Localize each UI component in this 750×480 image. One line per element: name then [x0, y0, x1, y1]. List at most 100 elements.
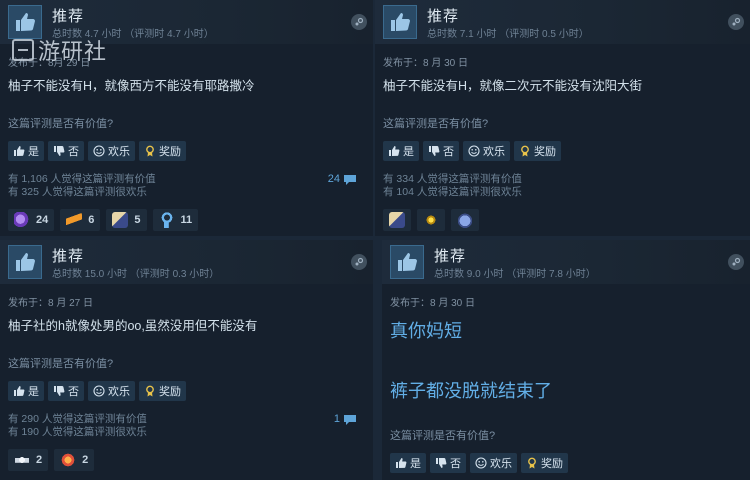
thumbs-up-icon: [13, 145, 25, 157]
funny-label: 欢乐: [108, 386, 130, 398]
thumbs-up-icon: [383, 5, 417, 39]
award-button[interactable]: 奖励: [514, 141, 561, 161]
helpful-question: 这篇评测是否有价值?: [8, 358, 114, 370]
posted-date: 发布于：8 月 30 日: [383, 58, 469, 69]
vote-buttons: 是 否 欢乐 奖励: [8, 141, 365, 161]
yes-button[interactable]: 是: [8, 381, 44, 401]
vote-buttons: 是 否 欢乐 奖励: [390, 453, 742, 473]
recommend-title: 推荐: [434, 248, 467, 265]
smiley-icon: [93, 145, 105, 157]
purple-hearts-icon: [14, 212, 30, 228]
thumbs-up-icon: [388, 145, 400, 157]
comment-bubble-icon: [344, 414, 356, 425]
playtime: 总时数 15.0 小时 （评测时 0.3 小时）: [52, 269, 220, 280]
thumbs-down-icon: [435, 457, 447, 469]
review-header: 推荐 总时数 15.0 小时 （评测时 0.3 小时）: [0, 240, 373, 284]
funny-count: 有 104 人觉得这篇评测很欢乐: [383, 186, 522, 198]
funny-label: 欢乐: [483, 146, 505, 158]
review-text: 柚子不能没有H，就像西方不能没有耶路撒冷: [8, 79, 255, 93]
award-item[interactable]: 5: [106, 209, 147, 231]
review-text: 柚子社的h就像处男的oo,虽然没用但不能没有: [8, 319, 258, 333]
thumbs-up-icon: [13, 385, 25, 397]
review-header: 推荐 总时数 9.0 小时 （评测时 7.8 小时）: [382, 240, 750, 284]
review-card: 推荐 总时数 4.7 小时 （评测时 4.7 小时） 游研社 发布于：8月 29…: [0, 0, 373, 236]
steam-icon[interactable]: [728, 14, 744, 30]
yes-label: 是: [410, 458, 421, 470]
award-item[interactable]: 24: [8, 209, 55, 231]
helpful-count: 有 1,106 人觉得这篇评测有价值: [8, 173, 156, 185]
thumbs-down-icon: [53, 385, 65, 397]
yes-label: 是: [28, 146, 39, 158]
review-text: 真你妈短 裤子都没脱就结束了: [390, 317, 742, 405]
award-medal-icon: [526, 457, 538, 469]
funny-button[interactable]: 欢乐: [470, 453, 517, 473]
watermark-logo: 游研社: [12, 30, 137, 70]
award-item[interactable]: [417, 209, 445, 231]
yes-button[interactable]: 是: [383, 141, 419, 161]
funny-count: 有 190 人觉得这篇评测很欢乐: [8, 426, 147, 438]
card-figure-icon: [112, 212, 129, 228]
thumbs-up-icon: [390, 245, 424, 279]
thumbs-down-icon: [53, 145, 65, 157]
award-item[interactable]: [383, 209, 411, 231]
playtime: 总时数 7.1 小时 （评测时 0.5 小时）: [427, 29, 589, 40]
posted-date: 发布于：8 月 27 日: [8, 298, 94, 309]
award-count: 2: [36, 454, 43, 466]
award-count: 5: [134, 214, 141, 226]
thumbs-up-icon: [8, 245, 42, 279]
review-stats: 有 290 人觉得这篇评测有价值 有 190 人觉得这篇评测很欢乐 1: [8, 413, 365, 439]
no-button[interactable]: 否: [48, 141, 84, 161]
steam-icon[interactable]: [351, 254, 367, 270]
funny-count: 有 325 人觉得这篇评测很欢乐: [8, 186, 147, 198]
award-item[interactable]: [451, 209, 479, 231]
award-item[interactable]: 2: [54, 449, 95, 471]
no-label: 否: [450, 458, 461, 470]
winged-badge-icon: [14, 452, 30, 468]
posted-date: 发布于：8 月 30 日: [390, 298, 476, 309]
funny-button[interactable]: 欢乐: [88, 141, 135, 161]
steam-icon[interactable]: [351, 14, 367, 30]
orange-hand-icon: [66, 212, 83, 228]
award-item[interactable]: 6: [60, 209, 101, 231]
vote-buttons: 是 否 欢乐 奖励: [383, 141, 742, 161]
funny-label: 欢乐: [490, 458, 512, 470]
funny-button[interactable]: 欢乐: [88, 381, 135, 401]
helpful-question: 这篇评测是否有价值?: [383, 118, 489, 130]
watermark-box-icon: [12, 39, 34, 61]
review-stats: 有 1,106 人觉得这篇评测有价值 有 325 人觉得这篇评测很欢乐 24: [8, 173, 365, 199]
award-label: 奖励: [534, 146, 556, 158]
helpful-count: 有 334 人觉得这篇评测有价值: [383, 173, 522, 185]
award-item[interactable]: 2: [8, 449, 49, 471]
yes-button[interactable]: 是: [390, 453, 426, 473]
no-label: 否: [68, 146, 79, 158]
vote-buttons: 是 否 欢乐 奖励: [8, 381, 365, 401]
card-figure-icon: [389, 212, 405, 228]
award-count: 11: [180, 214, 193, 226]
award-count: 24: [36, 214, 49, 226]
award-item[interactable]: 11: [152, 209, 199, 231]
comment-link[interactable]: 24: [328, 173, 357, 186]
smiley-icon: [93, 385, 105, 397]
no-button[interactable]: 否: [48, 381, 84, 401]
yes-label: 是: [28, 386, 39, 398]
funny-button[interactable]: 欢乐: [463, 141, 510, 161]
no-button[interactable]: 否: [430, 453, 466, 473]
yes-button[interactable]: 是: [8, 141, 44, 161]
awards-row: 2 2: [8, 449, 365, 471]
no-label: 否: [68, 386, 79, 398]
laughing-face-icon: [60, 452, 77, 468]
review-card: 推荐 总时数 7.1 小时 （评测时 0.5 小时） 发布于：8 月 30 日 …: [375, 0, 750, 236]
award-count: 6: [88, 214, 95, 226]
comment-link[interactable]: 1: [334, 413, 357, 426]
award-button[interactable]: 奖励: [139, 381, 186, 401]
steam-icon[interactable]: [728, 254, 744, 270]
review-text-line: 裤子都没脱就结束了: [390, 381, 552, 401]
comment-count: 24: [327, 173, 340, 185]
blue-medal-icon: [158, 212, 175, 228]
award-button[interactable]: 奖励: [139, 141, 186, 161]
award-medal-icon: [519, 145, 531, 157]
no-button[interactable]: 否: [423, 141, 459, 161]
award-button[interactable]: 奖励: [521, 453, 568, 473]
funny-label: 欢乐: [108, 146, 130, 158]
recommend-title: 推荐: [52, 8, 85, 25]
